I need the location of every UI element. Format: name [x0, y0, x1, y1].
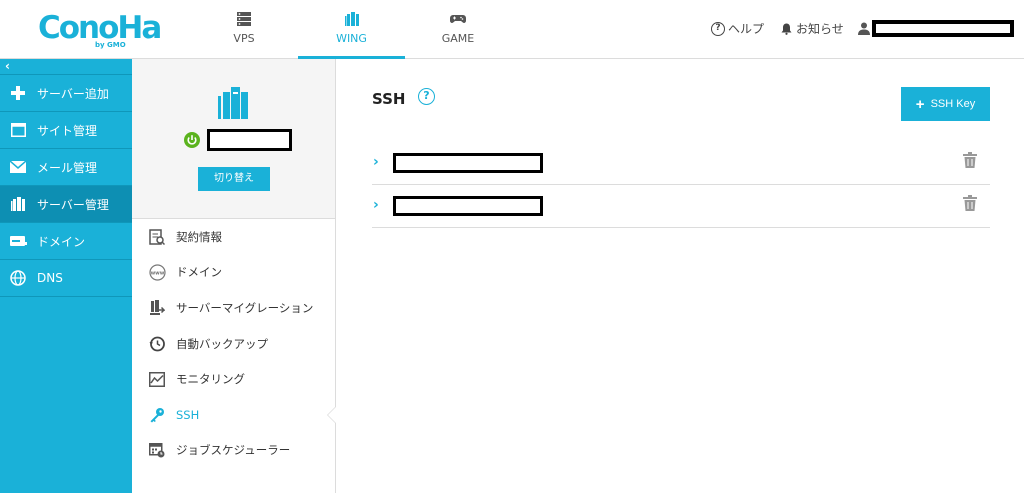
- ssh-key-row[interactable]: ›: [372, 142, 990, 185]
- menu-item-label: モニタリング: [176, 372, 245, 387]
- server-large-icon: [218, 87, 248, 119]
- sidebar-item-mail-management[interactable]: メール管理: [0, 149, 132, 186]
- trash-icon[interactable]: [963, 195, 977, 211]
- user-menu[interactable]: [858, 20, 1014, 37]
- gamepad-icon: [450, 15, 466, 23]
- server-submenu-panel: 切り替え 契約情報 www ドメイン サーバーマイグレーション 自動バックアップ…: [132, 59, 336, 493]
- add-ssh-key-button[interactable]: + SSH Key: [901, 87, 990, 121]
- ssh-main-content: SSH ? + SSH Key › ›: [336, 59, 1024, 493]
- sidebar-item-add-server[interactable]: サーバー追加: [0, 75, 132, 112]
- key-icon: [148, 406, 166, 424]
- backup-icon: [148, 335, 166, 353]
- menu-item-label: ドメイン: [176, 265, 222, 280]
- logo-subtext: by GMO: [95, 41, 126, 49]
- menu-item-label: SSH: [176, 407, 200, 422]
- notice-link[interactable]: お知らせ: [781, 20, 844, 37]
- mail-icon: [9, 159, 27, 175]
- menu-item-job-scheduler[interactable]: ジョブスケジューラー: [132, 433, 335, 469]
- menu-item-contract[interactable]: 契約情報: [132, 219, 335, 255]
- www-icon: www: [148, 263, 166, 281]
- user-icon: [858, 22, 870, 35]
- sidebar-item-label: DNS: [37, 271, 63, 285]
- ssh-key-row[interactable]: ›: [372, 185, 990, 228]
- migration-icon: [148, 299, 166, 317]
- sidebar-item-label: サーバー管理: [37, 197, 109, 212]
- help-label: ヘルプ: [728, 22, 765, 36]
- sidebar-item-label: ドメイン: [37, 234, 86, 249]
- notice-label: お知らせ: [796, 22, 844, 36]
- top-header: ConoHa by GMO VPS WING GAME ? ヘルプ お知らせ: [0, 0, 1024, 59]
- wing-server-icon: [344, 12, 359, 26]
- sidebar-item-label: メール管理: [37, 160, 98, 175]
- ssh-key-name-redacted: [393, 196, 543, 216]
- add-ssh-key-label: SSH Key: [930, 98, 976, 110]
- nav-tab-vps[interactable]: VPS: [204, 0, 284, 59]
- menu-item-label: サーバーマイグレーション: [176, 300, 314, 315]
- menu-item-label: 自動バックアップ: [176, 336, 268, 351]
- scheduler-icon: [148, 441, 166, 459]
- server-icon: [9, 196, 27, 212]
- nav-tab-game[interactable]: GAME: [418, 0, 498, 59]
- menu-item-domain[interactable]: www ドメイン: [132, 255, 335, 291]
- menu-item-label: ジョブスケジューラー: [176, 443, 291, 458]
- power-status-icon: [184, 132, 200, 148]
- help-circle-icon[interactable]: ?: [418, 88, 435, 105]
- switch-server-button[interactable]: 切り替え: [198, 167, 270, 191]
- sidebar-item-server-management[interactable]: サーバー管理: [0, 186, 132, 223]
- menu-item-migration[interactable]: サーバーマイグレーション: [132, 290, 335, 326]
- sidebar-collapse-button[interactable]: ‹: [0, 59, 132, 75]
- sidebar-item-domain[interactable]: ドメイン: [0, 223, 132, 260]
- nav-tab-wing[interactable]: WING: [298, 0, 405, 59]
- contract-icon: [148, 228, 166, 246]
- sidebar-item-label: サーバー追加: [37, 86, 109, 101]
- chevron-right-icon[interactable]: ›: [373, 197, 379, 213]
- globe-icon: [9, 270, 27, 286]
- menu-item-label: 契約情報: [176, 229, 222, 244]
- chevron-right-icon[interactable]: ›: [373, 154, 379, 170]
- menu-item-monitoring[interactable]: モニタリング: [132, 361, 335, 397]
- server-summary: 切り替え: [132, 59, 335, 219]
- server-name-redacted: [207, 129, 292, 151]
- window-icon: [9, 122, 27, 138]
- help-link[interactable]: ? ヘルプ: [711, 20, 764, 37]
- nav-label-game: GAME: [441, 32, 475, 45]
- sidebar-item-label: サイト管理: [37, 123, 98, 138]
- help-icon: ?: [711, 21, 725, 36]
- menu-item-ssh[interactable]: SSH: [132, 397, 336, 433]
- plus-icon: +: [915, 95, 925, 113]
- ssh-key-name-redacted: [393, 153, 543, 173]
- domain-icon: [9, 233, 27, 249]
- active-pointer: [327, 405, 336, 424]
- monitoring-icon: [148, 370, 166, 388]
- main-sidebar: ‹ サーバー追加 サイト管理 メール管理 サーバー管理 ドメイン DNS: [0, 59, 132, 493]
- bell-icon: [781, 23, 792, 35]
- plus-icon: [9, 85, 27, 101]
- sidebar-item-site-management[interactable]: サイト管理: [0, 112, 132, 149]
- user-name-redacted: [872, 20, 1014, 37]
- menu-item-auto-backup[interactable]: 自動バックアップ: [132, 326, 335, 362]
- svg-text:www: www: [150, 270, 164, 276]
- page-title: SSH: [372, 90, 406, 108]
- sidebar-item-dns[interactable]: DNS: [0, 260, 132, 297]
- trash-icon[interactable]: [963, 152, 977, 168]
- conoha-logo[interactable]: ConoHa by GMO: [38, 10, 162, 50]
- nav-label-vps: VPS: [233, 32, 255, 45]
- nav-label-wing: WING: [336, 32, 367, 45]
- server-rack-icon: [237, 12, 251, 26]
